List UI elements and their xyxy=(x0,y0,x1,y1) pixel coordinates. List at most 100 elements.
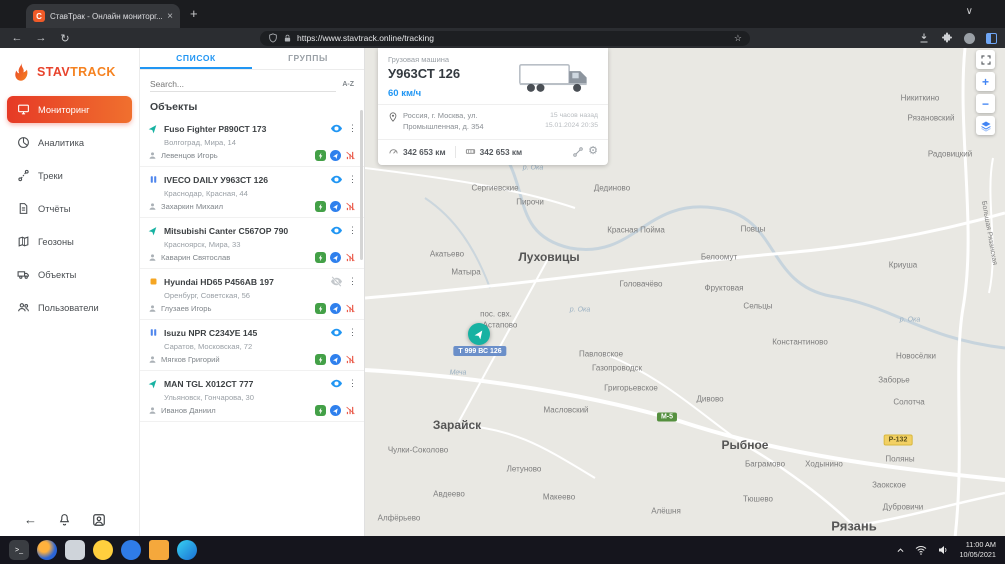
ignition-status-icon[interactable] xyxy=(315,303,326,314)
navigation-status-icon[interactable] xyxy=(330,201,341,212)
visibility-eye-icon[interactable] xyxy=(330,224,343,237)
signal-status-icon[interactable] xyxy=(345,354,356,365)
browser-app-icon[interactable] xyxy=(37,540,57,560)
movement-status-icon xyxy=(148,225,159,236)
search-input[interactable] xyxy=(150,77,336,92)
forward-button[interactable]: → xyxy=(34,32,48,44)
visibility-eye-icon[interactable] xyxy=(330,173,343,186)
visibility-eye-icon[interactable] xyxy=(330,275,343,288)
ignition-status-icon[interactable] xyxy=(315,150,326,161)
sidebar-item-monitoring[interactable]: Мониторинг xyxy=(7,96,132,123)
vehicle-row[interactable]: Hyundai HD65 Р456АВ 197⋮Оренбург, Советс… xyxy=(140,269,364,320)
window-chevron-icon[interactable]: ∨ xyxy=(966,6,973,17)
signal-status-icon[interactable] xyxy=(345,405,356,416)
sidebar-item-geozones[interactable]: Геозоны xyxy=(0,228,139,255)
tab-list[interactable]: СПИСОК xyxy=(140,48,252,69)
vehicle-row[interactable]: IVECO DAILY У963СТ 126⋮Краснодар, Красна… xyxy=(140,167,364,218)
folder-app-icon[interactable] xyxy=(149,540,169,560)
account-icon[interactable] xyxy=(92,513,106,527)
sidebar-item-analytics[interactable]: Аналитика xyxy=(0,129,139,156)
edge-app-icon[interactable] xyxy=(177,540,197,560)
ignition-status-icon[interactable] xyxy=(315,405,326,416)
row-menu-icon[interactable]: ⋮ xyxy=(348,327,356,338)
url-bar[interactable]: https://www.stavtrack.online/tracking ☆ xyxy=(260,31,750,46)
extensions-icon[interactable] xyxy=(941,32,953,44)
tracking-shield-icon[interactable] xyxy=(268,33,278,43)
bookmark-star-icon[interactable]: ☆ xyxy=(734,33,742,44)
row-menu-icon[interactable]: ⋮ xyxy=(348,378,356,389)
map-canvas[interactable]: НикиткиноРязановскийРадовицкийСергиевски… xyxy=(365,48,1005,536)
sidebar-item-users[interactable]: Пользователи xyxy=(0,294,139,321)
row-menu-icon[interactable]: ⋮ xyxy=(348,225,356,236)
last-update-time: 15 часов назад 15.01.2024 20:35 xyxy=(545,111,598,131)
movement-status-icon xyxy=(148,174,159,185)
marker-plate-label[interactable]: Т 999 ВС 126 xyxy=(453,346,506,356)
signal-status-icon[interactable] xyxy=(345,252,356,263)
navigation-status-icon[interactable] xyxy=(330,405,341,416)
logo-stav: STAV xyxy=(37,65,70,79)
sidebar-item-tracks[interactable]: Треки xyxy=(0,162,139,189)
browser-tab[interactable]: С СтавТрак - Онлайн мониторг... × xyxy=(26,4,180,28)
signal-status-icon[interactable] xyxy=(345,201,356,212)
ignition-status-icon[interactable] xyxy=(315,252,326,263)
files-app-icon[interactable] xyxy=(65,540,85,560)
vehicle-row[interactable]: Isuzu NPR С234УЕ 145⋮Саратов, Московская… xyxy=(140,320,364,371)
row-menu-icon[interactable]: ⋮ xyxy=(348,174,356,185)
vehicle-marker[interactable] xyxy=(468,323,490,345)
collapse-back-icon[interactable]: ← xyxy=(24,512,37,527)
vehicle-row[interactable]: Fuso Fighter Р890СТ 173⋮Волгоград, Мира,… xyxy=(140,116,364,167)
route-icon xyxy=(17,169,30,182)
movement-status-icon xyxy=(148,276,159,287)
new-tab-button[interactable]: + xyxy=(190,6,198,21)
tab-groups[interactable]: ГРУППЫ xyxy=(252,48,364,69)
vehicle-row[interactable]: MAN TGL Х012СТ 777⋮Ульяновск, Гончарова,… xyxy=(140,371,364,422)
row-menu-icon[interactable]: ⋮ xyxy=(348,276,356,287)
url-text[interactable]: https://www.stavtrack.online/tracking xyxy=(297,33,729,43)
sidebar-item-reports[interactable]: Отчёты xyxy=(0,195,139,222)
navigation-status-icon[interactable] xyxy=(330,252,341,263)
sidebar-item-label: Пользователи xyxy=(38,303,99,313)
doc-icon xyxy=(17,202,30,215)
wifi-icon[interactable] xyxy=(915,544,927,556)
panel-scrollbar[interactable] xyxy=(360,110,363,260)
route-icon[interactable] xyxy=(572,146,584,158)
download-icon[interactable] xyxy=(918,32,930,44)
sort-az-icon[interactable]: A-Z xyxy=(342,81,354,88)
terminal-app-icon[interactable]: >_ xyxy=(9,540,29,560)
clock[interactable]: 11:00 AM 10/05/2021 xyxy=(959,540,996,560)
side-panel-icon[interactable] xyxy=(986,33,997,44)
navigation-status-icon[interactable] xyxy=(330,150,341,161)
reload-button[interactable]: ↻ xyxy=(58,32,72,45)
fullscreen-icon[interactable] xyxy=(976,50,995,69)
vehicle-name: MAN TGL Х012СТ 777 xyxy=(164,379,325,389)
row-menu-icon[interactable]: ⋮ xyxy=(348,123,356,134)
caret-up-icon[interactable] xyxy=(896,546,905,555)
visibility-eye-icon[interactable] xyxy=(330,122,343,135)
visibility-eye-icon[interactable] xyxy=(330,326,343,339)
ignition-status-icon[interactable] xyxy=(315,354,326,365)
sidebar-item-objects[interactable]: Объекты xyxy=(0,261,139,288)
volume-icon[interactable] xyxy=(937,544,949,556)
notifications-bell-icon[interactable] xyxy=(58,513,71,526)
vehicle-row[interactable]: Mitsubishi Canter С567ОР 790⋮Красноярск,… xyxy=(140,218,364,269)
navigation-status-icon[interactable] xyxy=(330,303,341,314)
zoom-in-button[interactable]: + xyxy=(976,72,995,91)
signal-status-icon[interactable] xyxy=(345,303,356,314)
chat-app-icon[interactable] xyxy=(121,540,141,560)
profile-avatar[interactable] xyxy=(964,33,975,44)
signal-status-icon[interactable] xyxy=(345,150,356,161)
visibility-eye-icon[interactable] xyxy=(330,377,343,390)
pie-icon xyxy=(17,136,30,149)
map-place-label: Луховицы xyxy=(518,250,579,264)
ignition-status-icon[interactable] xyxy=(315,201,326,212)
theme-app-icon[interactable] xyxy=(93,540,113,560)
monitor-icon xyxy=(17,103,30,116)
zoom-out-button[interactable]: − xyxy=(976,94,995,113)
settings-gear-icon[interactable]: ⚙ xyxy=(588,146,598,157)
stavtrack-logo[interactable]: STAVTRACK xyxy=(0,48,139,90)
tab-close-icon[interactable]: × xyxy=(167,11,173,22)
sidebar-footer: ← xyxy=(0,512,140,527)
back-button[interactable]: ← xyxy=(10,32,24,44)
navigation-status-icon[interactable] xyxy=(330,354,341,365)
layers-icon[interactable] xyxy=(976,116,995,135)
